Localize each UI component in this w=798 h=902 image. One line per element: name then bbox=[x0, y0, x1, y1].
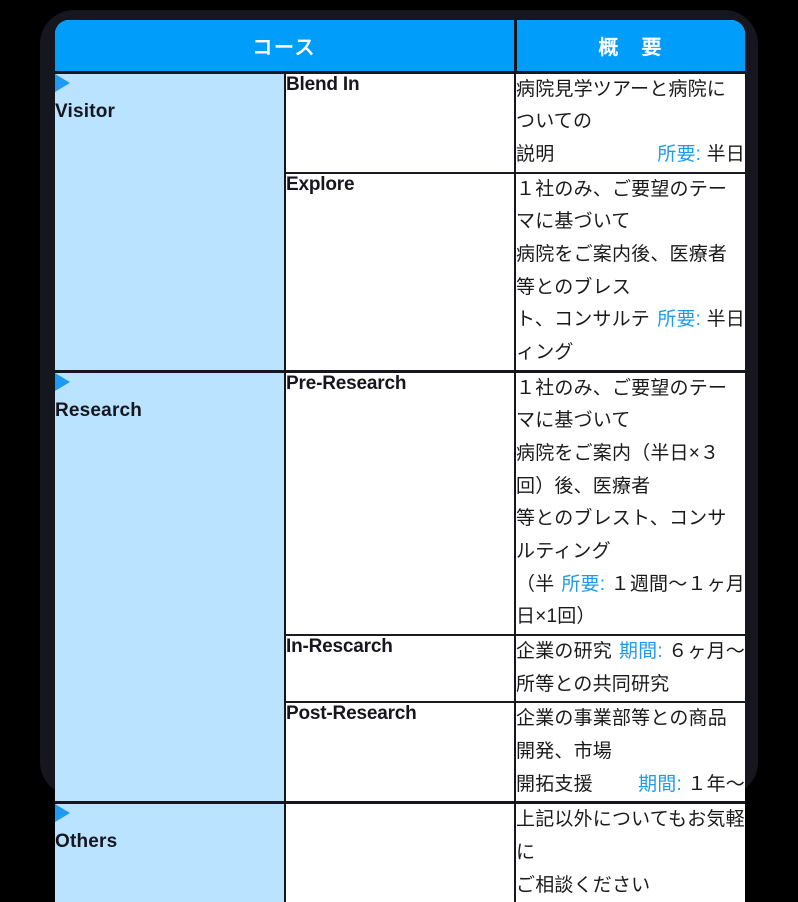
duration-value: １年〜 bbox=[687, 773, 745, 795]
description-line: 病院をご案内（半日×３回）後、医療者 bbox=[516, 442, 720, 497]
description-line: 病院をご案内後、医療者等とのブレス bbox=[516, 243, 728, 298]
duration-value: １週間〜１ヶ月 bbox=[610, 573, 745, 595]
duration-badge: 所要: １週間〜１ヶ月 bbox=[561, 569, 745, 602]
group-cell-research[interactable]: Research bbox=[55, 369, 286, 803]
table-row: Visitor Blend In 病院見学ツアーと病院についての 所要: 半日 説明 bbox=[55, 72, 745, 372]
description-line: 上記以外についてもお気軽に bbox=[516, 809, 745, 863]
course-name-cell[interactable]: Blend In bbox=[285, 72, 516, 173]
course-description-cell: １社のみ、ご要望のテーマに基づいて 病院をご案内後、医療者等とのブレス所要: 半日… bbox=[515, 171, 745, 372]
duration-label: 所要: bbox=[657, 143, 702, 165]
duration-value: 半日 bbox=[706, 143, 745, 165]
course-description-cell: 期間: ６ヶ月〜 企業の研究所等との共同研究 bbox=[515, 633, 745, 703]
duration-label: 期間: bbox=[638, 773, 682, 795]
description-line: 等とのブレスト、コンサルティング bbox=[516, 508, 727, 562]
description-line: １社のみ、ご要望のテーマに基づいて bbox=[516, 178, 728, 233]
description-line: 企業の事業部等との商品開発、市場 bbox=[516, 708, 727, 762]
duration-label: 所要: bbox=[561, 573, 606, 595]
course-name-cell[interactable] bbox=[285, 801, 516, 902]
duration-badge: 所要: 半日 bbox=[657, 304, 745, 337]
table-row: Others 上記以外についてもお気軽にご相談ください bbox=[55, 801, 745, 902]
group-label: Others bbox=[55, 831, 118, 853]
course-name-cell[interactable]: Pre-Research bbox=[285, 369, 516, 635]
group-cell-visitor[interactable]: Visitor bbox=[55, 72, 286, 372]
course-table: コース 概 要 Visitor Blend In 病院見学ツアーと病院についての所要… bbox=[55, 20, 745, 902]
duration-badge: 所要: 半日 bbox=[657, 139, 745, 172]
group-label: Visitor bbox=[55, 100, 116, 122]
course-description-cell: 上記以外についてもお気軽にご相談ください bbox=[515, 801, 745, 902]
group-label: Research bbox=[55, 399, 143, 421]
course-name-cell[interactable]: Explore bbox=[285, 171, 516, 372]
table-row: Research Pre-Research １社のみ、ご要望のテーマに基づいて 病院を… bbox=[55, 369, 745, 803]
duration-value: 半日 bbox=[706, 309, 745, 331]
triangle-right-icon bbox=[55, 804, 70, 823]
header-course: コース bbox=[55, 20, 517, 74]
group-cell-others[interactable]: Others bbox=[55, 801, 286, 902]
duration-label: 期間: bbox=[618, 640, 663, 662]
course-description-cell: 病院見学ツアーと病院についての 所要: 半日 説明 bbox=[515, 72, 745, 173]
triangle-right-icon bbox=[55, 73, 70, 92]
description-line: 病院見学ツアーと病院についての bbox=[516, 78, 726, 133]
description-line: ご相談ください bbox=[516, 874, 651, 896]
duration-badge: 期間: １年〜 bbox=[638, 769, 745, 802]
triangle-right-icon bbox=[55, 372, 70, 391]
duration-label: 所要: bbox=[657, 309, 702, 331]
duration-badge: 期間: ６ヶ月〜 bbox=[619, 636, 745, 669]
table-header-row: コース 概 要 bbox=[55, 20, 745, 74]
table-body: Visitor Blend In 病院見学ツアーと病院についての 所要: 半日 説明 Ex… bbox=[55, 72, 745, 902]
duration-value: ６ヶ月〜 bbox=[668, 640, 745, 662]
course-description-cell: 企業の事業部等との商品開発、市場 期間: １年〜 開拓支援 bbox=[515, 701, 745, 803]
course-name-cell[interactable]: In-Rescarch bbox=[285, 633, 516, 703]
course-name-cell[interactable]: Post-Research bbox=[285, 701, 516, 803]
header-summary: 概 要 bbox=[515, 20, 745, 74]
description-line: １社のみ、ご要望のテーマに基づいて bbox=[516, 377, 728, 432]
course-description-cell: １社のみ、ご要望のテーマに基づいて 病院をご案内（半日×３回）後、医療者 等とのブレ… bbox=[515, 369, 745, 635]
